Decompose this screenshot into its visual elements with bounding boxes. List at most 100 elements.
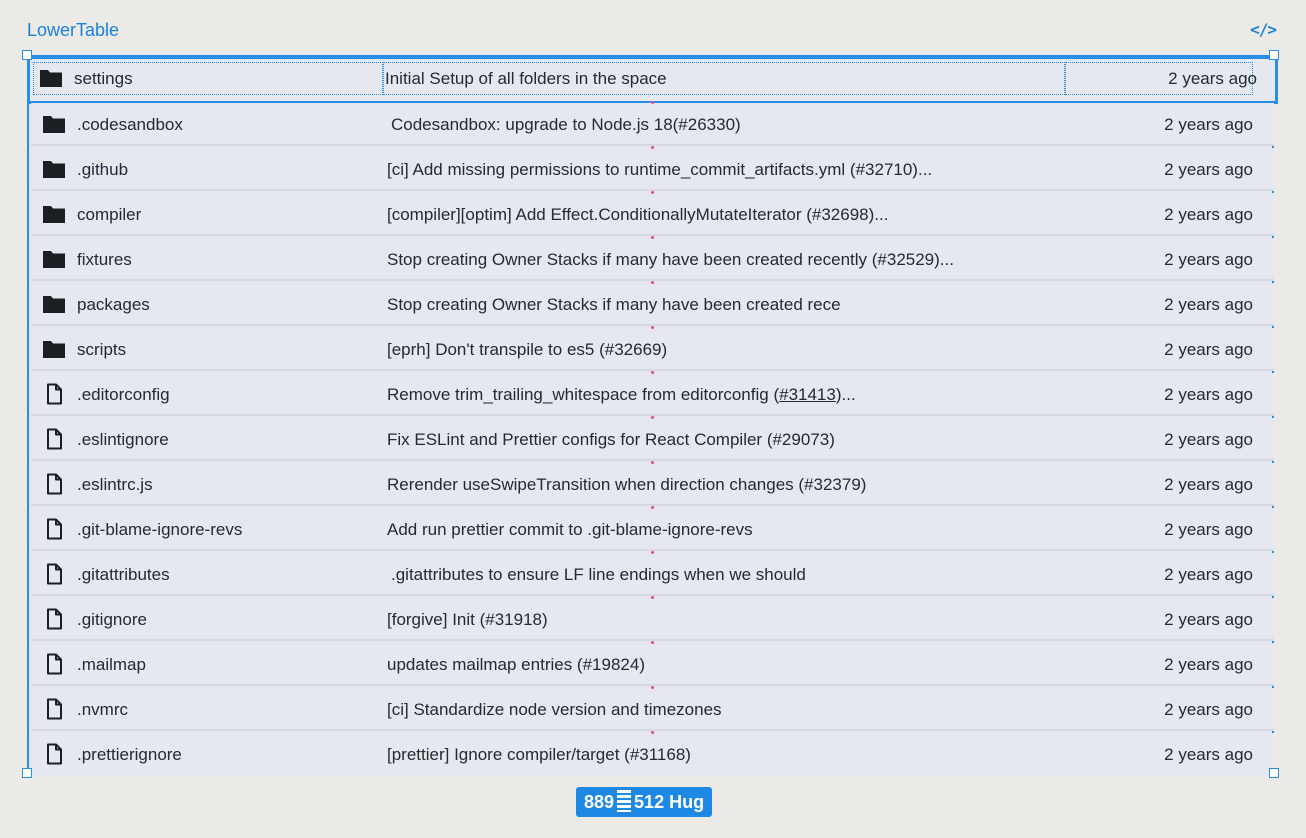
spacing-indicator <box>651 506 654 509</box>
row-name[interactable]: fixtures <box>77 250 132 270</box>
row-name[interactable]: .git-blame-ignore-revs <box>77 520 242 540</box>
folder-icon <box>43 161 65 178</box>
file-icon <box>47 608 62 630</box>
row-name[interactable]: .mailmap <box>77 655 146 675</box>
spacing-indicator <box>651 371 654 374</box>
row-date: 2 years ago <box>1164 655 1253 674</box>
message-text: )... <box>835 385 856 404</box>
file-icon <box>47 428 62 450</box>
row-name[interactable]: .eslintignore <box>77 430 169 450</box>
row-name[interactable]: .prettierignore <box>77 745 182 765</box>
row-message[interactable]: Add run prettier commit to .git-blame-ig… <box>387 520 753 540</box>
row-message[interactable]: [ci] Standardize node version and timezo… <box>387 700 722 720</box>
row-name[interactable]: .gitignore <box>77 610 147 630</box>
row-date: 2 years ago <box>1164 565 1253 584</box>
table-row[interactable]: .eslintignore Fix ESLint and Prettier co… <box>31 418 1274 461</box>
table-row[interactable]: .editorconfig Remove trim_trailing_white… <box>31 373 1274 416</box>
resize-handle-bottom-right[interactable] <box>1269 768 1279 778</box>
table-row[interactable]: .gitattributes .gitattributes to ensure … <box>31 553 1274 596</box>
row-date: 2 years ago <box>1164 115 1253 134</box>
spacing-indicator <box>651 461 654 464</box>
table-row[interactable]: .codesandbox Codesandbox: upgrade to Nod… <box>31 103 1274 146</box>
table-row[interactable]: .eslintrc.js Rerender useSwipeTransition… <box>31 463 1274 506</box>
spacing-indicator <box>651 191 654 194</box>
spacing-indicator <box>651 551 654 554</box>
spacing-indicator <box>651 596 654 599</box>
table-row[interactable]: .prettierignore [prettier] Ignore compil… <box>31 733 1274 776</box>
row-message[interactable]: Rerender useSwipeTransition when directi… <box>387 475 866 495</box>
row-message[interactable]: [eprh] Don't transpile to es5 (#32669) <box>387 340 667 360</box>
row-name[interactable]: packages <box>77 295 150 315</box>
row-name[interactable]: settings <box>74 69 133 89</box>
table-row[interactable]: .mailmap updates mailmap entries (#19824… <box>31 643 1274 686</box>
row-message[interactable]: Initial Setup of all folders in the spac… <box>385 69 667 89</box>
row-name[interactable]: .eslintrc.js <box>77 475 153 495</box>
row-name[interactable]: .codesandbox <box>77 115 183 135</box>
row-date: 2 years ago <box>1164 610 1253 629</box>
size-width: 889 <box>584 792 615 812</box>
row-name[interactable]: .gitattributes <box>77 565 170 585</box>
spacing-indicator <box>651 326 654 329</box>
folder-icon <box>43 116 65 133</box>
row-name[interactable]: .nvmrc <box>77 700 128 720</box>
table-row[interactable]: fixtures Stop creating Owner Stacks if m… <box>31 238 1274 281</box>
resize-handle-bottom-left[interactable] <box>22 768 32 778</box>
folder-icon <box>43 206 65 223</box>
row-date: 2 years ago <box>1164 295 1253 314</box>
row-message[interactable]: [compiler][optim] Add Effect.Conditional… <box>387 205 888 225</box>
frame-label[interactable]: LowerTable <box>27 20 119 41</box>
row-date: 2 years ago <box>1168 69 1257 88</box>
file-icon <box>47 563 62 585</box>
row-message[interactable]: Stop creating Owner Stacks if many have … <box>387 250 954 270</box>
row-name[interactable]: .github <box>77 160 128 180</box>
row-message[interactable]: Stop creating Owner Stacks if many have … <box>387 295 841 315</box>
spacing-indicator <box>651 146 654 149</box>
table-row[interactable]: .nvmrc [ci] Standardize node version and… <box>31 688 1274 731</box>
row-date: 2 years ago <box>1164 340 1253 359</box>
row-message[interactable]: Codesandbox: upgrade to Node.js 18(#2633… <box>391 115 741 135</box>
table-row[interactable]: .git-blame-ignore-revs Add run prettier … <box>31 508 1274 551</box>
hug-height-icon <box>617 790 632 812</box>
size-mode: Hug <box>669 792 705 812</box>
spacing-indicator <box>651 236 654 239</box>
file-icon <box>47 473 62 495</box>
table-row[interactable]: settings Initial Setup of all folders in… <box>27 56 1278 104</box>
file-icon <box>47 383 62 405</box>
row-date: 2 years ago <box>1164 475 1253 494</box>
row-date: 2 years ago <box>1164 520 1253 539</box>
spacing-indicator <box>651 641 654 644</box>
resize-handle-top-left[interactable] <box>22 50 32 60</box>
table-row[interactable]: .github [ci] Add missing permissions to … <box>31 148 1274 191</box>
row-message[interactable]: Remove trim_trailing_whitespace from edi… <box>387 385 856 405</box>
row-message[interactable]: [forgive] Init (#31918) <box>387 610 548 630</box>
row-date: 2 years ago <box>1164 430 1253 449</box>
size-badge: 889 512 Hug <box>576 787 713 817</box>
file-icon <box>47 698 62 720</box>
file-icon <box>47 518 62 540</box>
pr-link[interactable]: #31413 <box>779 385 836 404</box>
row-name[interactable]: .editorconfig <box>77 385 170 405</box>
resize-handle-top-right[interactable] <box>1269 50 1279 60</box>
row-date: 2 years ago <box>1164 700 1253 719</box>
spacing-indicator <box>651 416 654 419</box>
row-date: 2 years ago <box>1164 745 1253 764</box>
row-message[interactable]: [ci] Add missing permissions to runtime_… <box>387 160 932 180</box>
row-message[interactable]: updates mailmap entries (#19824) <box>387 655 645 675</box>
table-row[interactable]: compiler [compiler][optim] Add Effect.Co… <box>31 193 1274 236</box>
row-message[interactable]: Fix ESLint and Prettier configs for Reac… <box>387 430 835 450</box>
spacing-indicator <box>651 101 654 104</box>
row-message[interactable]: .gitattributes to ensure LF line endings… <box>391 565 806 585</box>
row-name[interactable]: compiler <box>77 205 141 225</box>
table-row[interactable]: scripts [eprh] Don't transpile to es5 (#… <box>31 328 1274 371</box>
row-message[interactable]: [prettier] Ignore compiler/target (#3116… <box>387 745 691 765</box>
code-brackets-icon[interactable]: </> <box>1250 20 1277 39</box>
size-height: 512 <box>634 792 665 812</box>
row-name[interactable]: scripts <box>77 340 126 360</box>
lower-table-frame[interactable]: settings Initial Setup of all folders in… <box>27 55 1278 776</box>
table-row[interactable]: .gitignore [forgive] Init (#31918) 2 yea… <box>31 598 1274 641</box>
row-date: 2 years ago <box>1164 160 1253 179</box>
folder-icon <box>43 296 65 313</box>
spacing-indicator <box>651 686 654 689</box>
folder-icon <box>40 70 62 87</box>
table-row[interactable]: packages Stop creating Owner Stacks if m… <box>31 283 1274 326</box>
